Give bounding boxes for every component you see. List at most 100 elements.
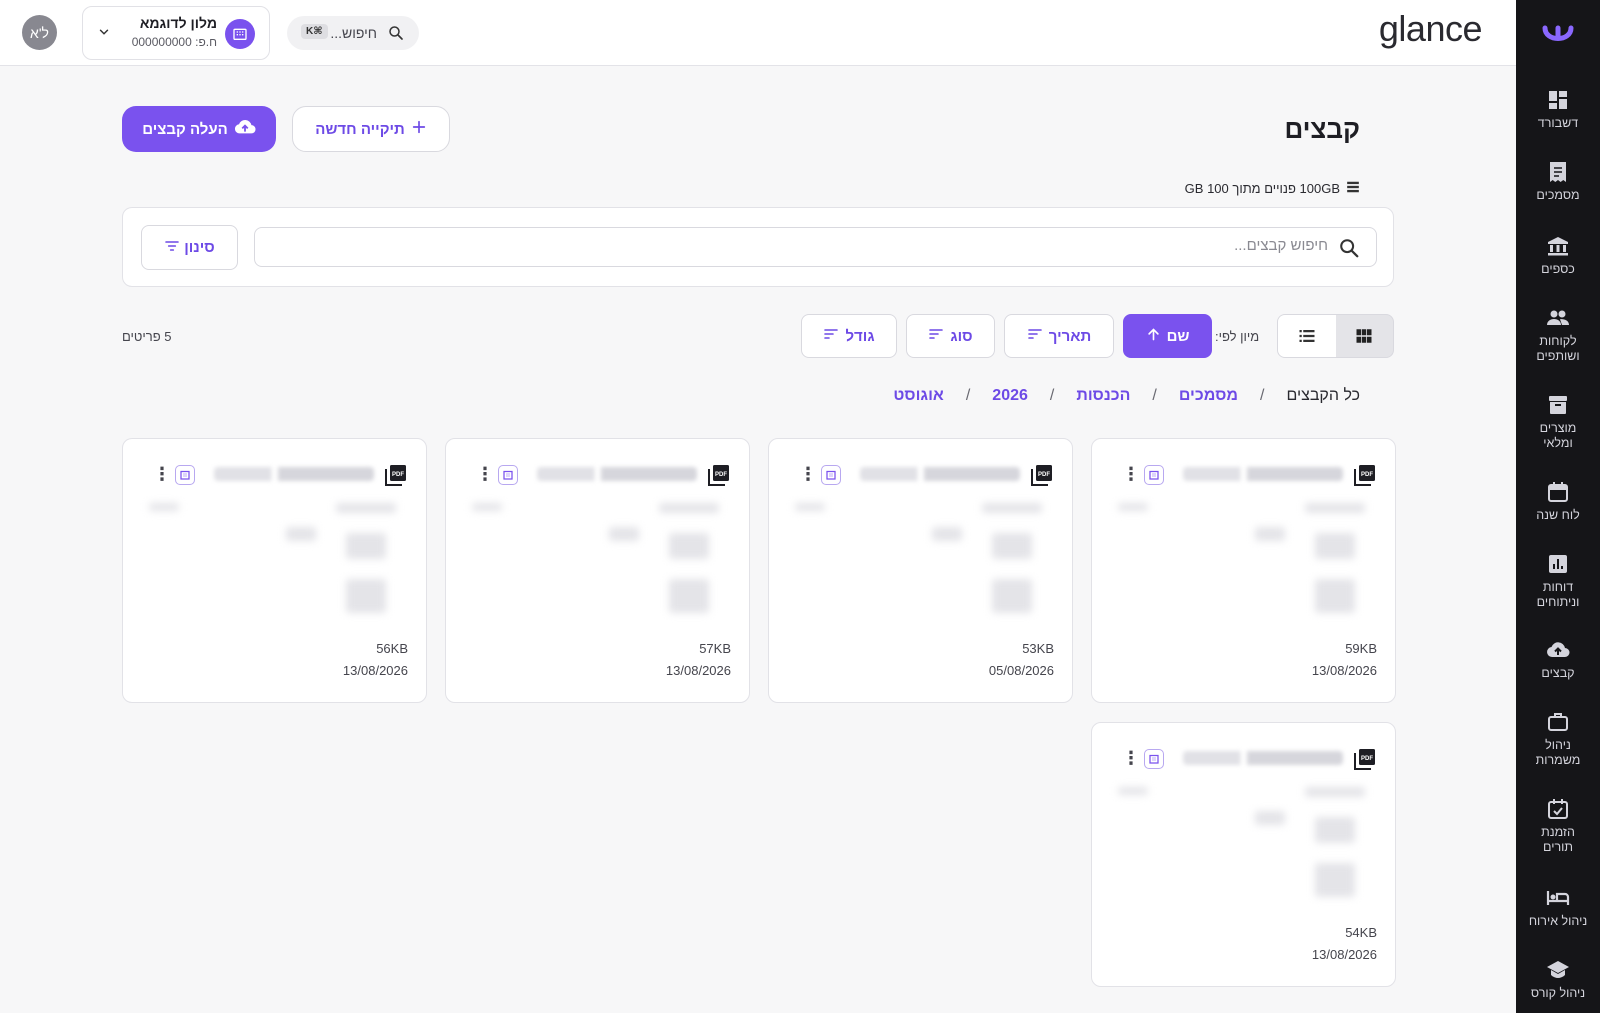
- sidebar-item-files[interactable]: קבצים: [1516, 638, 1600, 681]
- sidebar-item-finance[interactable]: כספים: [1516, 234, 1600, 277]
- sidebar-item-dashboard[interactable]: דשבורד: [1516, 88, 1600, 131]
- file-preview: [143, 499, 406, 623]
- receipt-icon: [1550, 162, 1566, 182]
- filter-button[interactable]: סינון: [141, 225, 238, 270]
- file-name-blurred: [860, 467, 1020, 481]
- bed-icon: [1546, 891, 1570, 905]
- building-icon: [225, 19, 255, 49]
- cloud-upload-icon: [1547, 642, 1570, 657]
- file-name-blurred: [214, 467, 374, 481]
- building-icon[interactable]: [498, 465, 518, 485]
- pdf-icon: PDF: [1353, 747, 1377, 776]
- file-card[interactable]: PDF ⋮ 53KB 05/08/2026: [768, 438, 1073, 703]
- new-folder-button[interactable]: תיקייה חדשה: [292, 106, 450, 152]
- file-card[interactable]: PDF ⋮ 59KB 13/08/2026: [1091, 438, 1396, 703]
- file-search-input[interactable]: [328, 237, 1328, 254]
- more-options-icon[interactable]: ⋮: [799, 465, 817, 483]
- file-name-blurred: [537, 467, 697, 481]
- pdf-icon: PDF: [384, 463, 408, 492]
- calendar-icon: [1548, 482, 1568, 502]
- archive-icon: [1549, 396, 1567, 414]
- pdf-icon: PDF: [1353, 463, 1377, 492]
- sidebar-item-appointments[interactable]: הזמנת תורים: [1516, 797, 1600, 855]
- more-options-icon[interactable]: ⋮: [1122, 465, 1140, 483]
- chevron-down-icon: [97, 25, 111, 44]
- more-options-icon[interactable]: ⋮: [1122, 749, 1140, 767]
- breadcrumb-item[interactable]: 2026: [992, 387, 1028, 405]
- file-size: 57KB: [699, 641, 731, 656]
- more-options-icon[interactable]: ⋮: [476, 465, 494, 483]
- search-panel: סינון: [122, 207, 1394, 287]
- sidebar-item-hospitality[interactable]: ניהול אירוח: [1516, 886, 1600, 929]
- file-card[interactable]: PDF ⋮ 57KB 13/08/2026: [445, 438, 750, 703]
- sidebar-item-label: כספים: [1541, 262, 1575, 276]
- sidebar: דשבורד מסמכים כספים לקוחות ושותפים מוצרי…: [1516, 0, 1600, 1013]
- filter-icon: [164, 238, 180, 258]
- file-size: 54KB: [1345, 925, 1377, 940]
- svg-text:PDF: PDF: [1361, 472, 1373, 478]
- sort-by-date-button[interactable]: תאריך: [1004, 314, 1114, 358]
- file-card[interactable]: PDF ⋮ 56KB 13/08/2026: [122, 438, 427, 703]
- people-icon: [1547, 310, 1569, 325]
- building-icon[interactable]: [821, 465, 841, 485]
- sort-by-size-button[interactable]: גודל: [801, 314, 897, 358]
- cloud-upload-icon: [234, 116, 256, 142]
- global-search[interactable]: K⌘ חיפוש...: [287, 16, 419, 50]
- sort-date-label: תאריך: [1048, 327, 1092, 345]
- breadcrumb: כל הקבצים / מסמכים / הכנסות / 2026 / אוג…: [893, 387, 1360, 405]
- file-preview: [1112, 499, 1375, 623]
- search-shortcut: K⌘: [301, 24, 328, 39]
- storage-text: 100GB פנויים מתוך 100 GB: [1184, 181, 1340, 196]
- graduation-cap-icon: [1547, 961, 1569, 978]
- business-switcher[interactable]: מלון לדוגמא ח.פ: 000000000: [82, 6, 270, 60]
- file-size: 56KB: [376, 641, 408, 656]
- app-logo-icon[interactable]: [1516, 22, 1600, 50]
- file-search-field[interactable]: [254, 227, 1377, 267]
- sidebar-item-products[interactable]: מוצרים ומלאי: [1516, 393, 1600, 451]
- sort-by-name-button[interactable]: שם: [1123, 314, 1212, 358]
- breadcrumb-item[interactable]: כל הקבצים: [1286, 387, 1360, 405]
- sidebar-item-label: מסמכים: [1536, 188, 1580, 202]
- breadcrumb-item[interactable]: אוגוסט: [893, 387, 943, 405]
- sidebar-item-shifts[interactable]: ניהול משמרות: [1516, 710, 1600, 768]
- breadcrumb-separator: /: [1049, 387, 1055, 404]
- svg-text:PDF: PDF: [715, 472, 727, 478]
- filter-label: סינון: [184, 239, 215, 256]
- sidebar-item-calendar[interactable]: לוח שנה: [1516, 480, 1600, 523]
- sidebar-item-label: לוח שנה: [1536, 508, 1580, 522]
- sort-icon: [1027, 326, 1043, 346]
- upload-files-button[interactable]: העלה קבצים: [122, 106, 276, 152]
- top-bar: glance K⌘ חיפוש... מלון לדוגמא ח.פ: 0000…: [0, 0, 1516, 66]
- grid-view-button[interactable]: [1335, 315, 1393, 357]
- search-icon: [387, 24, 405, 47]
- sidebar-item-customers[interactable]: לקוחות ושותפים: [1516, 306, 1600, 364]
- breadcrumb-separator: /: [965, 387, 971, 404]
- sidebar-item-label: דוחות וניתוחים: [1536, 580, 1580, 609]
- sort-by-type-button[interactable]: סוג: [906, 314, 995, 358]
- sidebar-item-reports[interactable]: דוחות וניתוחים: [1516, 552, 1600, 610]
- file-date: 13/08/2026: [342, 663, 408, 678]
- item-count: 5 פריטים: [122, 329, 172, 344]
- svg-text:PDF: PDF: [1038, 472, 1050, 478]
- file-preview: [466, 499, 729, 623]
- breadcrumb-item[interactable]: הכנסות: [1076, 387, 1130, 405]
- dashboard-icon: [1549, 91, 1567, 109]
- more-options-icon[interactable]: ⋮: [153, 465, 171, 483]
- user-avatar[interactable]: ל'א: [22, 15, 57, 50]
- file-card[interactable]: PDF ⋮ 54KB 13/08/2026: [1091, 722, 1396, 987]
- svg-text:PDF: PDF: [392, 472, 404, 478]
- page-title: קבצים: [1284, 114, 1360, 144]
- pdf-icon: PDF: [707, 463, 731, 492]
- sidebar-item-courses[interactable]: ניהול קורס: [1516, 958, 1600, 1001]
- building-icon[interactable]: [1144, 465, 1164, 485]
- file-size: 59KB: [1345, 641, 1377, 656]
- list-view-button[interactable]: [1278, 315, 1336, 357]
- breadcrumb-item[interactable]: מסמכים: [1179, 387, 1238, 405]
- sidebar-item-documents[interactable]: מסמכים: [1516, 160, 1600, 203]
- sidebar-item-label: מוצרים ומלאי: [1539, 421, 1577, 450]
- building-icon[interactable]: [1144, 749, 1164, 769]
- briefcase-icon: [1548, 713, 1568, 731]
- building-icon[interactable]: [175, 465, 195, 485]
- sidebar-item-label: ניהול משמרות: [1535, 738, 1581, 767]
- arrow-up-icon: [1146, 327, 1161, 346]
